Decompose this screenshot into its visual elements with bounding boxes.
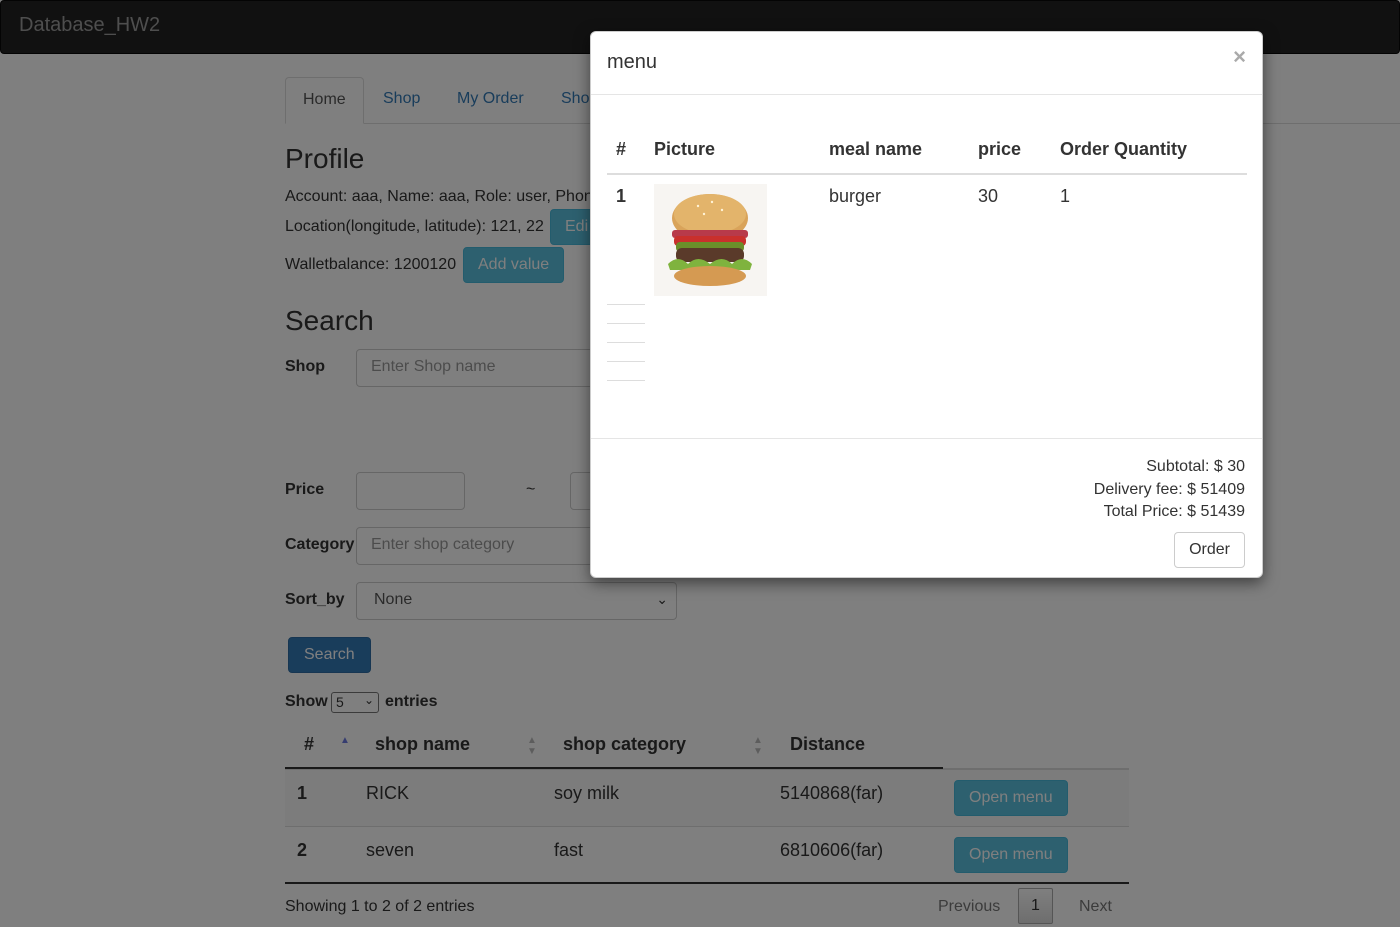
menu-col-number: # <box>616 139 627 159</box>
empty-row-divider <box>607 361 645 362</box>
empty-row-divider <box>607 304 645 305</box>
order-button[interactable]: Order <box>1174 532 1245 568</box>
burger-image <box>654 184 767 296</box>
subtotal: Subtotal: $ 30 <box>1146 458 1245 475</box>
close-icon[interactable]: × <box>1233 44 1246 70</box>
menu-col-meal-name: meal name <box>829 139 923 159</box>
modal-title: menu <box>607 51 658 73</box>
modal-footer: Subtotal: $ 30 Delivery fee: $ 51409 Tot… <box>591 439 1262 579</box>
modal-body: # Picture meal name price Order Quantity… <box>591 95 1262 439</box>
menu-col-order-quantity: Order Quantity <box>1060 139 1188 159</box>
empty-row-divider <box>607 323 645 324</box>
menu-col-picture: Picture <box>654 139 716 159</box>
menu-col-price: price <box>978 139 1022 159</box>
delivery-fee: Delivery fee: $ 51409 <box>1093 481 1245 498</box>
empty-row-divider <box>607 342 645 343</box>
menu-modal: menu × # Picture meal name price Order Q… <box>590 31 1263 578</box>
menu-item-price: 30 <box>978 186 999 206</box>
menu-item-meal-name: burger <box>829 186 882 206</box>
menu-item-quantity: 1 <box>1060 186 1071 206</box>
menu-item-number: 1 <box>616 186 627 206</box>
total-price: Total Price: $ 51439 <box>1103 503 1245 520</box>
menu-header-divider <box>607 173 1247 175</box>
empty-row-divider <box>607 380 645 381</box>
modal-header: menu × <box>591 32 1262 95</box>
